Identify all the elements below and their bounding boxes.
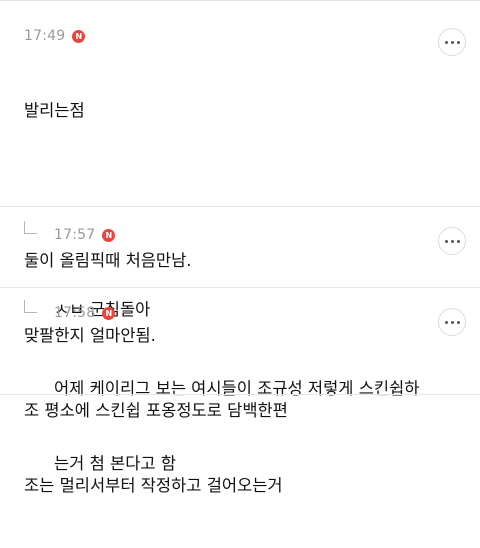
comment-item: 17:49 N 발리는점 둘이 올림픽때 처음만남. 맞팔한지 얼마안됨. 조 … (0, 0, 480, 495)
more-dot (456, 40, 460, 44)
comment-line: 는거 첨 본다고 함 (54, 454, 176, 473)
more-dot (456, 239, 460, 243)
reply-item: 17:58 N 어제 케이리그 보는 여시들이 조규성 저렇게 스킨쉽하 는거 … (0, 288, 480, 473)
reply-item: 17:57 N ㅅㅂ 군침돌아 (0, 207, 480, 319)
comment-time: 17:49 (24, 28, 66, 44)
comment-line (24, 173, 288, 198)
more-options-button[interactable] (438, 227, 466, 255)
comment-meta: 17:49 N (24, 28, 86, 44)
comment-line: 어제 케이리그 보는 여시들이 조규성 저렇게 스킨쉽하 (54, 379, 420, 398)
comment-body: 어제 케이리그 보는 여시들이 조규성 저렇게 스킨쉽하 는거 첨 본다고 함 (54, 326, 419, 526)
more-dots-icon (444, 239, 448, 243)
comment-meta: 17:57 N (54, 227, 116, 243)
more-dots-icon (444, 320, 448, 324)
more-options-button[interactable] (438, 308, 466, 336)
more-dot (450, 239, 454, 243)
reply-arrow-icon (24, 300, 37, 313)
comment-time: 17:58 (54, 305, 96, 321)
new-badge-icon: N (102, 306, 116, 320)
more-dot (450, 320, 454, 324)
more-dot (450, 40, 454, 44)
comment-meta: 17:58 N (54, 305, 116, 321)
more-dots-icon (444, 40, 448, 44)
comment-time: 17:57 (54, 227, 96, 243)
reply-arrow-icon (24, 221, 37, 234)
new-badge-icon: N (102, 228, 116, 242)
comment-line: 발리는점 (24, 101, 85, 120)
more-dot (456, 320, 460, 324)
new-badge-icon: N (72, 29, 86, 43)
more-options-button[interactable] (438, 28, 466, 56)
comment-divider (0, 394, 480, 395)
